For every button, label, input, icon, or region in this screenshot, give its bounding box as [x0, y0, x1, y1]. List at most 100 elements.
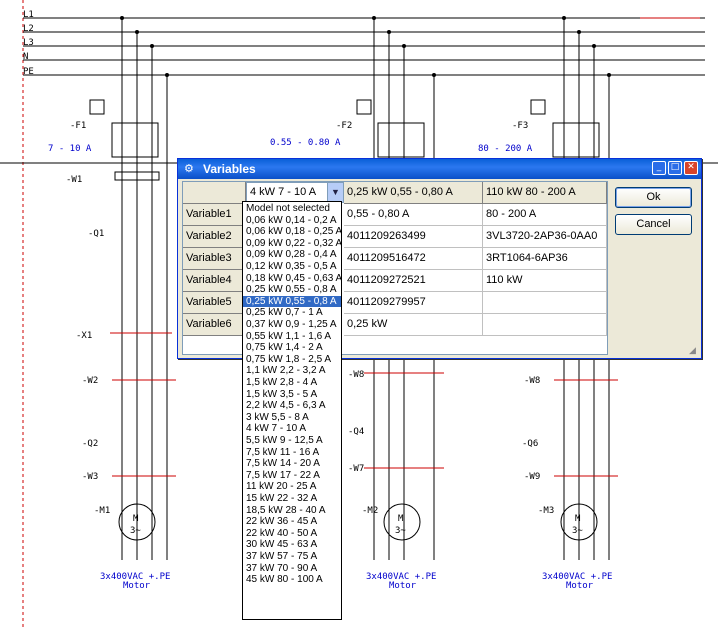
dropdown-option[interactable]: 7,5 kW 11 - 16 A	[243, 447, 341, 458]
motor-tag-m3: -M3	[538, 506, 554, 516]
dropdown-option[interactable]: 30 kW 45 - 63 A	[243, 539, 341, 550]
column-header-2[interactable]: 0,25 kW 0,55 - 0,80 A	[344, 182, 483, 204]
fuse-range-f2: 0.55 - 0.80 A	[270, 138, 341, 148]
motor-symbol: M	[575, 514, 581, 524]
bus-label-pe: PE	[23, 67, 34, 77]
dropdown-option[interactable]: 0,09 kW 0,22 - 0,32 A	[243, 238, 341, 249]
fuse-tag-f3: -F3	[512, 121, 528, 131]
dropdown-option[interactable]: 0,06 kW 0,14 - 0,2 A	[243, 215, 341, 226]
dropdown-option[interactable]: 0,06 kW 0,18 - 0,25 A	[243, 226, 341, 237]
terminal-tag-x1: -X1	[76, 331, 92, 341]
dropdown-option[interactable]: 4 kW 7 - 10 A	[243, 423, 341, 434]
dropdown-option[interactable]: 22 kW 40 - 50 A	[243, 528, 341, 539]
resize-grip-icon[interactable]: ◢	[689, 346, 699, 356]
dropdown-option[interactable]: 0,18 kW 0,45 - 0,63 A	[243, 273, 341, 284]
cable-tag-w8-b: -W8	[348, 370, 364, 380]
cable-tag-w1: -W1	[66, 175, 82, 185]
cable-tag-w7: -W7	[348, 464, 364, 474]
motor-symbol: M	[133, 514, 139, 524]
cable-tag-w9: -W9	[524, 472, 540, 482]
row-header-variable2[interactable]: Variable2	[183, 226, 246, 248]
dropdown-option[interactable]: 0,75 kW 1,4 - 2 A	[243, 342, 341, 353]
minimize-button[interactable]: _	[652, 161, 666, 175]
dropdown-option[interactable]: 37 kW 57 - 75 A	[243, 551, 341, 562]
supply-sub-label: Motor	[566, 581, 594, 591]
row-header-variable6[interactable]: Variable6	[183, 314, 246, 336]
dropdown-option[interactable]: 0,25 kW 0,55 - 0,8 A	[243, 284, 341, 295]
cable-tag-w3: -W3	[82, 472, 98, 482]
dropdown-option[interactable]: 2,2 kW 4,5 - 6,3 A	[243, 400, 341, 411]
feeder-1: -F1 7 - 10 A -W1 -Q1 -X1 -W2 -Q2 -W3 -M1…	[48, 16, 170, 591]
motor-tag-m2: -M2	[362, 506, 378, 516]
dropdown-option[interactable]: 0,75 kW 1,8 - 2,5 A	[243, 354, 341, 365]
bus-label-l3: L3	[23, 38, 34, 48]
dropdown-option[interactable]: 18,5 kW 28 - 40 A	[243, 505, 341, 516]
close-button[interactable]: ✕	[684, 161, 698, 175]
grid-cell[interactable]: 80 - 200 A	[483, 204, 607, 226]
bus-bars	[23, 17, 705, 76]
dropdown-option[interactable]: 1,5 kW 3,5 - 5 A	[243, 389, 341, 400]
ok-button[interactable]: Ok	[615, 187, 692, 208]
contactor-tag-q4: -Q4	[348, 427, 364, 437]
cancel-button[interactable]: Cancel	[615, 214, 692, 235]
switch-tag-q1: -Q1	[88, 229, 104, 239]
grid-cell[interactable]: 4011209272521	[344, 270, 483, 292]
dropdown-option[interactable]: 0,12 kW 0,35 - 0,5 A	[243, 261, 341, 272]
model-combo[interactable]: 4 kW 7 - 10 A ▼	[246, 182, 344, 203]
dropdown-option[interactable]: 7,5 kW 14 - 20 A	[243, 458, 341, 469]
grid-cell[interactable]	[483, 292, 607, 314]
grid-cell[interactable]: 4011209263499	[344, 226, 483, 248]
motor-tag-m1: -M1	[94, 506, 110, 516]
app-icon: ⚙	[184, 162, 194, 175]
maximize-button[interactable]: □	[668, 161, 682, 175]
supply-sub-label: Motor	[123, 581, 151, 591]
dropdown-option[interactable]: Model not selected	[243, 203, 341, 214]
dropdown-option[interactable]: 0,25 kW 0,7 - 1 A	[243, 307, 341, 318]
grid-cell[interactable]: 4011209279957	[344, 292, 483, 314]
dropdown-option[interactable]: 0,37 kW 0,9 - 1,25 A	[243, 319, 341, 330]
grid-cell[interactable]: 0,25 kW	[344, 314, 483, 336]
grid-cell[interactable]: 110 kW	[483, 270, 607, 292]
dropdown-option[interactable]: 45 kW 80 - 100 A	[243, 574, 341, 585]
row-header-variable1[interactable]: Variable1	[183, 204, 246, 226]
grid-corner	[183, 182, 246, 204]
row-header-variable5[interactable]: Variable5	[183, 292, 246, 314]
contactor-tag-q6: -Q6	[522, 439, 538, 449]
dropdown-option[interactable]: 37 kW 70 - 90 A	[243, 563, 341, 574]
dropdown-option[interactable]: 0,55 kW 1,1 - 1,6 A	[243, 331, 341, 342]
dropdown-option[interactable]: 1,1 kW 2,2 - 3,2 A	[243, 365, 341, 376]
grid-cell[interactable]: 0,55 - 0,80 A	[344, 204, 483, 226]
motor-symbol: M	[398, 514, 404, 524]
model-combo-value: 4 kW 7 - 10 A	[250, 186, 317, 198]
grid-cell[interactable]: 4011209516472	[344, 248, 483, 270]
dialog-titlebar[interactable]: ⚙ Variables _ □ ✕	[178, 159, 701, 179]
row-header-variable3[interactable]: Variable3	[183, 248, 246, 270]
model-dropdown-list[interactable]: Model not selected 0,06 kW 0,14 - 0,2 A 0,…	[242, 201, 342, 620]
fuse-range-f1: 7 - 10 A	[48, 144, 92, 154]
dropdown-option[interactable]: 7,5 kW 17 - 22 A	[243, 470, 341, 481]
supply-sub-label: Motor	[389, 581, 417, 591]
fuse-tag-f1: -F1	[70, 121, 86, 131]
grid-cell[interactable]: 3VL3720-2AP36-0AA0	[483, 226, 607, 248]
dropdown-option[interactable]: 3 kW 5,5 - 8 A	[243, 412, 341, 423]
bus-label-l2: L2	[23, 24, 34, 34]
bus-label-n: N	[23, 52, 28, 62]
cable-tag-w8-c: -W8	[524, 376, 540, 386]
dropdown-option[interactable]: 22 kW 36 - 45 A	[243, 516, 341, 527]
dropdown-option[interactable]: 15 kW 22 - 32 A	[243, 493, 341, 504]
chevron-down-icon[interactable]: ▼	[327, 183, 343, 202]
column-header-3[interactable]: 110 kW 80 - 200 A	[483, 182, 607, 204]
dropdown-option[interactable]: 5,5 kW 9 - 12,5 A	[243, 435, 341, 446]
bus-label-l1: L1	[23, 10, 34, 20]
dropdown-option[interactable]: 0,09 kW 0,28 - 0,4 A	[243, 249, 341, 260]
motor-phase: 3~	[395, 526, 406, 536]
row-header-variable4[interactable]: Variable4	[183, 270, 246, 292]
grid-cell[interactable]	[483, 314, 607, 336]
cable-tag-w2: -W2	[82, 376, 98, 386]
dropdown-option[interactable]: 11 kW 20 - 25 A	[243, 481, 341, 492]
motor-phase: 3~	[572, 526, 583, 536]
dropdown-option[interactable]: 1,5 kW 2,8 - 4 A	[243, 377, 341, 388]
grid-cell[interactable]: 3RT1064-6AP36	[483, 248, 607, 270]
dropdown-option[interactable]: 0,25 kW 0,55 - 0,8 A	[243, 295, 341, 307]
motor-phase: 3~	[130, 526, 141, 536]
